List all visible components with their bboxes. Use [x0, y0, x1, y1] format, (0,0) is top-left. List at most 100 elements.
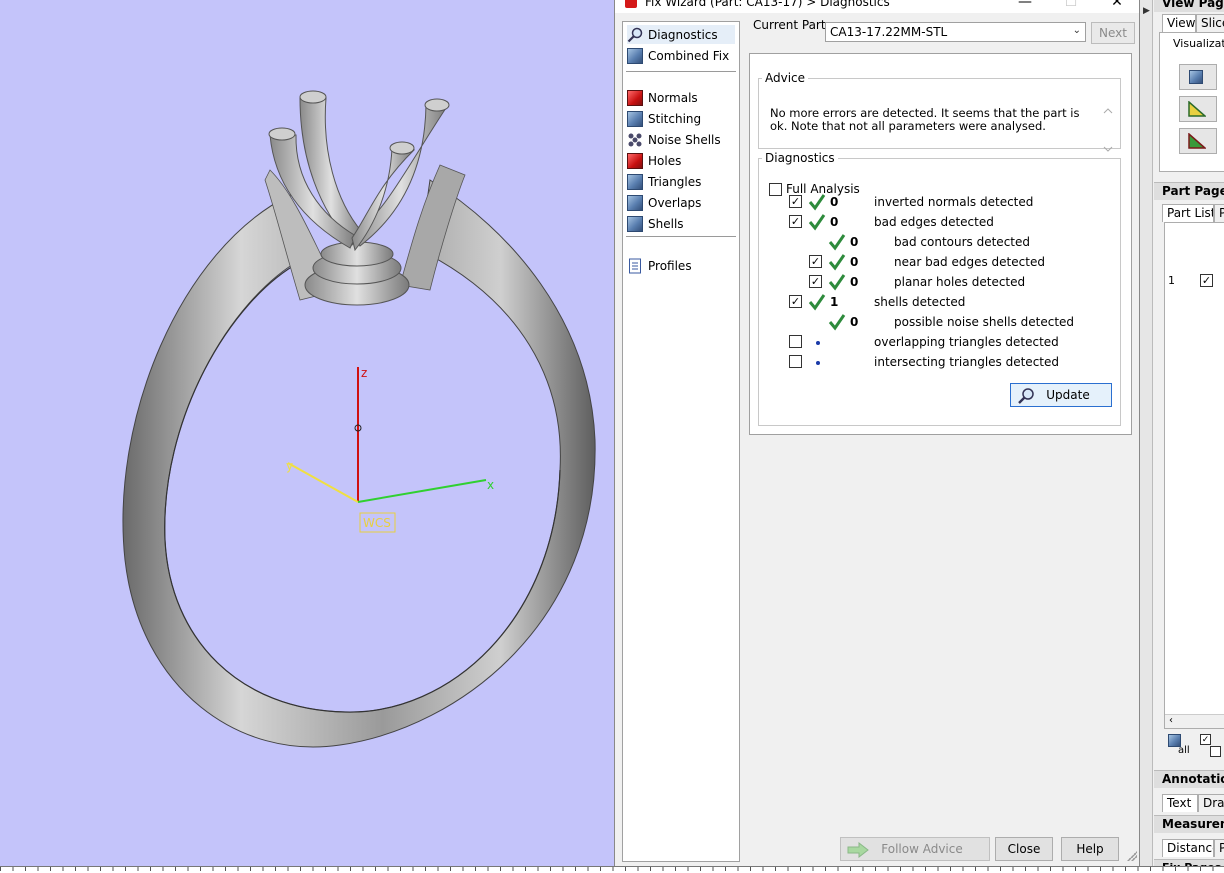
- check-icon: [828, 254, 846, 271]
- edges-view-button[interactable]: [1179, 96, 1217, 122]
- check-icon: [828, 314, 846, 331]
- near-bad-edges-count: 0: [850, 255, 859, 269]
- normals-cube-icon: [627, 89, 643, 106]
- triangles-cube-icon: [627, 173, 643, 190]
- part-list-scrollbar[interactable]: ‹: [1165, 714, 1224, 728]
- check-icon: [828, 234, 846, 251]
- diagnostics-legend: Diagnostics: [765, 151, 835, 165]
- nav-item-combined-fix[interactable]: Combined Fix: [627, 46, 735, 65]
- overlapping-triangles-checkbox[interactable]: [789, 335, 802, 348]
- app-icon: [625, 0, 637, 8]
- nav-item-label: Profiles: [648, 258, 692, 273]
- next-button[interactable]: Next: [1091, 22, 1135, 44]
- nav-item-holes[interactable]: Holes: [627, 151, 735, 170]
- intersecting-triangles-label: intersecting triangles detected: [874, 355, 1059, 369]
- tab-distance[interactable]: Distance: [1162, 839, 1214, 857]
- expand-arrow-icon[interactable]: ▶: [1143, 6, 1150, 16]
- nav-item-profiles[interactable]: Profiles: [627, 256, 735, 275]
- close-icon[interactable]: ✕: [1095, 0, 1139, 13]
- nav-item-label: Holes: [648, 153, 682, 168]
- 3d-viewport[interactable]: z y x WCS: [0, 0, 615, 873]
- stitching-cube-icon: [627, 110, 643, 127]
- current-part-value: CA13-17.22MM-STL: [830, 25, 948, 39]
- check-icon: [828, 274, 846, 291]
- advice-text: No more errors are detected. It seems th…: [770, 106, 1080, 133]
- follow-advice-button[interactable]: Follow Advice: [840, 837, 990, 861]
- nav-item-triangles[interactable]: Triangles: [627, 172, 735, 191]
- faces-view-button[interactable]: [1179, 128, 1217, 154]
- maximize-icon[interactable]: ☐: [1049, 0, 1093, 13]
- magnifier-icon: [627, 27, 643, 43]
- nav-item-label: Overlaps: [648, 195, 702, 210]
- bad-contours-count: 0: [850, 235, 859, 249]
- fix-nav-panel: Diagnostics Combined Fix Normals Stitchi…: [622, 21, 740, 862]
- view-page-box: Visualization: [1159, 32, 1224, 172]
- y-axis: [287, 462, 359, 503]
- nav-item-label: Normals: [648, 90, 698, 105]
- tab-draw[interactable]: Draw: [1198, 794, 1224, 812]
- update-button[interactable]: Update: [1010, 383, 1112, 407]
- select-all-checkbox[interactable]: ✓: [1200, 734, 1211, 745]
- noise-shells-count: 0: [850, 315, 859, 329]
- nav-item-label: Shells: [648, 216, 684, 231]
- tab-view[interactable]: View: [1162, 14, 1196, 32]
- planar-holes-checkbox[interactable]: ✓: [809, 275, 822, 288]
- bad-edges-label: bad edges detected: [874, 215, 994, 229]
- check-icon: [808, 194, 826, 211]
- chevron-down-icon: ⌄: [1072, 25, 1081, 36]
- resize-grip[interactable]: [1127, 851, 1137, 861]
- visualization-label: Visualization: [1173, 37, 1224, 50]
- fix-wizard-dialog: Fix Wizard (Part: CA13-17) > Diagnostics…: [614, 0, 1140, 868]
- profiles-document-icon: [627, 258, 643, 274]
- ring-render: z y x WCS: [122, 90, 596, 748]
- tab-part-secondary[interactable]: P: [1214, 204, 1224, 222]
- minimize-icon[interactable]: —: [1003, 0, 1047, 13]
- nav-item-diagnostics[interactable]: Diagnostics: [627, 25, 735, 44]
- x-axis-label: x: [487, 478, 494, 492]
- tab-measurement-secondary[interactable]: P: [1214, 839, 1224, 857]
- cube-icon: [627, 47, 643, 64]
- view-pages-header[interactable]: View Pages: [1154, 0, 1224, 12]
- noise-shells-label: possible noise shells detected: [894, 315, 1075, 329]
- nav-divider: [626, 71, 736, 72]
- part-row-index: 1: [1168, 274, 1175, 287]
- bad-edges-checkbox[interactable]: ✓: [789, 215, 802, 228]
- nav-item-noise-shells[interactable]: Noise Shells: [627, 130, 735, 149]
- near-bad-edges-label: near bad edges detected: [894, 255, 1045, 269]
- holes-cube-icon: [627, 152, 643, 169]
- tab-part-list[interactable]: Part List: [1162, 204, 1214, 222]
- nav-divider: [626, 236, 736, 237]
- nav-item-stitching[interactable]: Stitching: [627, 109, 735, 128]
- nav-item-normals[interactable]: Normals: [627, 88, 735, 107]
- inverted-normals-checkbox[interactable]: ✓: [789, 195, 802, 208]
- tab-text[interactable]: Text: [1162, 794, 1198, 812]
- nav-item-overlaps[interactable]: Overlaps: [627, 193, 735, 212]
- tab-slices[interactable]: Slices: [1196, 14, 1224, 32]
- bad-contours-label: bad contours detected: [894, 235, 1030, 249]
- part-visible-checkbox[interactable]: ✓: [1200, 274, 1213, 287]
- dialog-titlebar[interactable]: Fix Wizard (Part: CA13-17) > Diagnostics…: [615, 0, 1139, 13]
- advice-scrollbar[interactable]: [1102, 107, 1114, 153]
- nav-item-label: Combined Fix: [648, 48, 730, 63]
- y-axis-label: y: [286, 459, 293, 473]
- nav-item-shells[interactable]: Shells: [627, 214, 735, 233]
- panel-splitter[interactable]: [1140, 0, 1153, 866]
- annotation-header[interactable]: Annotation: [1154, 770, 1224, 788]
- part-pages-header[interactable]: Part Pages: [1154, 182, 1224, 200]
- full-analysis-checkbox[interactable]: [769, 183, 782, 196]
- intersecting-triangles-checkbox[interactable]: [789, 355, 802, 368]
- triangle-ruler-icon: [1188, 101, 1206, 117]
- shells-checkbox[interactable]: ✓: [789, 295, 802, 308]
- measurement-header[interactable]: Measurement: [1154, 815, 1224, 833]
- part-list-box[interactable]: 1 ✓ ‹: [1164, 222, 1224, 729]
- pending-dot-icon: [816, 341, 820, 345]
- near-bad-edges-checkbox[interactable]: ✓: [809, 255, 822, 268]
- shaded-view-button[interactable]: [1179, 64, 1217, 90]
- deselect-all-checkbox[interactable]: [1210, 746, 1221, 757]
- advice-legend: Advice: [765, 71, 806, 85]
- current-part-select[interactable]: CA13-17.22MM-STL ⌄: [825, 22, 1086, 42]
- bottom-ruler: [0, 866, 1224, 873]
- close-button[interactable]: Close: [995, 837, 1053, 861]
- wcs-label: WCS: [363, 516, 391, 530]
- help-button[interactable]: Help: [1061, 837, 1119, 861]
